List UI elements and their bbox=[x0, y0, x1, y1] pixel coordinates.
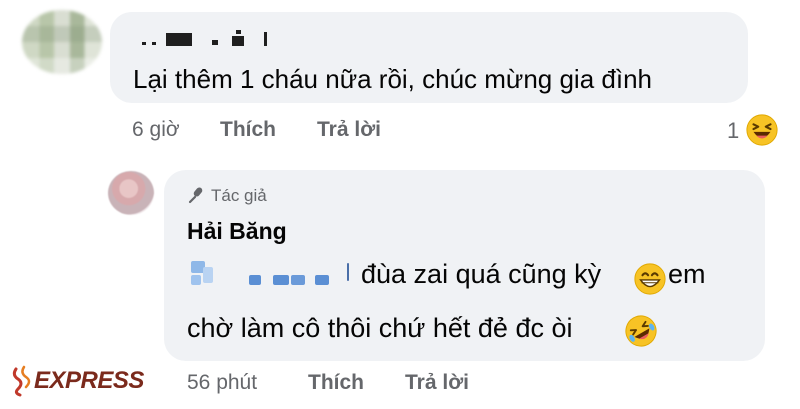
comment-like-button[interactable]: Thích bbox=[220, 118, 276, 142]
reply-text-line-2: chờ làm cô thôi chứ hết đẻ đc òi bbox=[187, 313, 573, 343]
laughing-emoji-icon[interactable] bbox=[745, 113, 779, 147]
reply-text-line-1-end: em bbox=[668, 259, 706, 289]
reply-text-line-1: đùa zai quá cũng kỳ bbox=[361, 259, 602, 289]
author-badge-label: Tác giả bbox=[211, 186, 267, 205]
comment-reply-button[interactable]: Trả lời bbox=[317, 118, 381, 142]
author-name[interactable]: Hải Băng bbox=[187, 218, 287, 245]
express-watermark: EXPRESS bbox=[10, 365, 144, 399]
redacted-commenter-name[interactable] bbox=[142, 30, 277, 46]
author-avatar[interactable] bbox=[108, 171, 154, 215]
reply-like-button[interactable]: Thích bbox=[308, 371, 364, 395]
rolling-laughing-emoji-icon bbox=[625, 315, 657, 347]
comment-text: Lại thêm 1 cháu nữa rồi, chúc mừng gia đ… bbox=[133, 64, 652, 94]
comment-timestamp[interactable]: 6 giờ bbox=[132, 118, 180, 142]
reply-timestamp[interactable]: 56 phút bbox=[187, 371, 257, 395]
redacted-mention bbox=[187, 255, 355, 291]
commenter-avatar[interactable] bbox=[22, 10, 102, 74]
reaction-count[interactable]: 1 bbox=[727, 118, 739, 144]
reply-reply-button[interactable]: Trả lời bbox=[405, 371, 469, 395]
grinning-emoji-icon bbox=[634, 263, 666, 295]
author-badge: Tác giả bbox=[187, 186, 267, 206]
watermark-text: EXPRESS bbox=[34, 367, 144, 394]
watermark-logo-icon bbox=[12, 365, 31, 397]
microphone-icon bbox=[188, 187, 203, 204]
